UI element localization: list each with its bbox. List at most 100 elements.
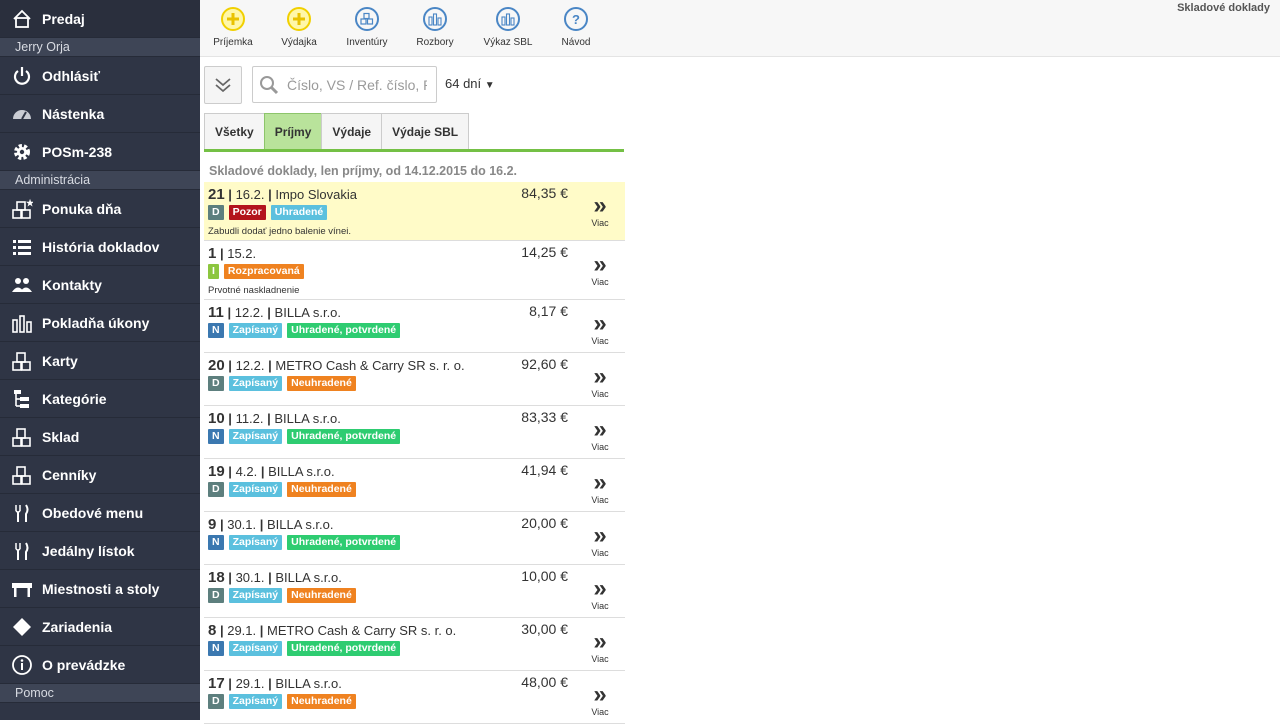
sidebar-item-historia-dokladov[interactable]: História dokladov (0, 228, 200, 266)
tab-underline (204, 149, 624, 152)
document-amount: 92,60 € (521, 356, 568, 372)
tab-prijmy[interactable]: Príjmy (263, 113, 323, 150)
document-row[interactable]: 11 | 12.2. | BILLA s.r.o. 8,17 € N Zapísaný… (204, 300, 625, 353)
status-badge: D (208, 205, 224, 220)
sidebar-item-predaj[interactable]: Predaj (0, 0, 200, 38)
table-icon (11, 578, 33, 600)
status-badge: Zapísaný (228, 694, 283, 709)
more-label: Viac (591, 218, 609, 228)
more-button[interactable]: » Viac (589, 471, 611, 506)
search-field[interactable] (252, 66, 437, 103)
more-button[interactable]: » Viac (589, 681, 611, 718)
separator: | (256, 623, 268, 638)
more-button[interactable]: » Viac (589, 524, 611, 559)
tab-vydaje[interactable]: Výdaje (321, 113, 383, 150)
document-row[interactable]: 19 | 4.2. | BILLA s.r.o. 41,94 € D Zapísaný… (204, 459, 625, 512)
sidebar-item-label: Ponuka dňa (42, 200, 122, 217)
status-badge: Zapísaný (228, 641, 283, 656)
sidebar-item-o-prevadzke[interactable]: O prevádzke (0, 646, 200, 684)
document-row[interactable]: 18 | 30.1. | BILLA s.r.o. 10,00 € D Zapísan… (204, 565, 625, 618)
more-button[interactable]: » Viac (589, 630, 611, 665)
document-amount: 41,94 € (521, 462, 568, 478)
sidebar-item-jedalny-listok[interactable]: Jedálny lístok (0, 532, 200, 570)
status-badge: Zapísaný (228, 429, 283, 444)
sidebar-item-label: Kontakty (42, 276, 102, 293)
days-select[interactable]: 64 dní ▼ (445, 76, 495, 91)
toolbar-button-label: Rozbory (416, 37, 454, 48)
double-chevron-right-icon: » (593, 681, 607, 708)
sidebar-item-ponuka-dna[interactable]: ★ Ponuka dňa (0, 190, 200, 228)
document-partner: BILLA s.r.o. (274, 411, 341, 426)
toolbar-button-rozbory[interactable]: Rozbory (402, 7, 468, 48)
separator: | (224, 358, 236, 373)
separator: | (263, 305, 275, 320)
more-button[interactable]: » Viac (589, 577, 611, 612)
document-row[interactable]: 9 | 30.1. | BILLA s.r.o. 20,00 € N Zapísaný… (204, 512, 625, 565)
collapse-filters-button[interactable] (204, 66, 242, 104)
document-row[interactable]: 17 | 29.1. | BILLA s.r.o. 48,00 € D Zapísan… (204, 671, 625, 724)
sidebar-item-label: Predaj (42, 10, 85, 27)
document-row[interactable]: 20 | 12.2. | METRO Cash & Carry SR s. r.… (204, 353, 625, 406)
more-button[interactable]: » Viac (589, 192, 611, 229)
status-badges: N Zapísaný Uhradené, potvrdené (208, 535, 401, 550)
cutlery-icon (11, 540, 33, 562)
double-chevron-right-icon: » (593, 192, 607, 219)
status-badge: Uhradené, potvrdené (287, 641, 401, 656)
blocks-icon (355, 7, 379, 31)
document-row[interactable]: 10 | 11.2. | BILLA s.r.o. 83,33 € N Zapísan… (204, 406, 625, 459)
more-button[interactable]: » Viac (589, 418, 611, 453)
toolbar-button-label: Inventúry (346, 37, 388, 48)
sidebar-item-kategorie[interactable]: Kategórie (0, 380, 200, 418)
more-label: Viac (591, 336, 609, 346)
status-badges: D Zapísaný Neuhradené (208, 482, 356, 497)
sidebar-item-miestnosti-a-stoly[interactable]: Miestnosti a stoly (0, 570, 200, 608)
document-heading: 8 | 29.1. | METRO Cash & Carry SR s. r. … (208, 622, 456, 639)
bars-icon (496, 7, 520, 31)
sidebar-item-odhlasit[interactable]: Odhlásiť (0, 57, 200, 95)
document-date: 4.2. (235, 464, 258, 479)
document-row[interactable]: 8 | 29.1. | METRO Cash & Carry SR s. r. … (204, 618, 625, 671)
document-partner: BILLA s.r.o. (267, 517, 334, 532)
dashboard-icon (11, 103, 33, 125)
status-badge: Neuhradené (287, 482, 356, 497)
document-list: 21 | 16.2. | Impo Slovakia 84,35 € D Pozor U… (204, 182, 625, 724)
more-button[interactable]: » Viac (589, 365, 611, 400)
separator: | (256, 517, 268, 532)
toolbar-button-vykaz-sbl[interactable]: Výkaz SBL (475, 7, 541, 48)
sidebar-item-posm-238[interactable]: POSm-238 (0, 133, 200, 171)
document-number: 17 (208, 675, 225, 692)
more-label: Viac (591, 654, 609, 664)
sidebar-item-cenniky[interactable]: Cenníky (0, 456, 200, 494)
sidebar-item-sklad[interactable]: Sklad (0, 418, 200, 456)
sidebar-item-kontakty[interactable]: Kontakty (0, 266, 200, 304)
more-button[interactable]: » Viac (589, 253, 611, 288)
document-date: 15.2. (227, 246, 257, 261)
toolbar-button-inventury[interactable]: Inventúry (334, 7, 400, 48)
document-heading: 19 | 4.2. | BILLA s.r.o. (208, 463, 335, 480)
more-button[interactable]: » Viac (589, 312, 611, 347)
sidebar-item-nastenka[interactable]: Nástenka (0, 95, 200, 133)
search-input[interactable] (285, 75, 429, 94)
sidebar-item-label: Zariadenia (42, 618, 113, 635)
more-label: Viac (591, 442, 609, 452)
status-badge: N (208, 429, 224, 444)
sidebar-item-karty[interactable]: Karty (0, 342, 200, 380)
document-row[interactable]: 1 | 15.2. 14,25 € I Rozpracovaná Prvotné nas… (204, 241, 625, 300)
toolbar-button-navod[interactable]: ? Návod (543, 7, 609, 48)
blocks-icon (11, 464, 33, 486)
toolbar-button-prijemka[interactable]: Príjemka (200, 7, 266, 48)
plus-icon (287, 7, 311, 31)
document-date: 30.1. (227, 517, 257, 532)
days-value: 64 dní (445, 76, 482, 91)
tab-vydaje-sbl[interactable]: Výdaje SBL (381, 113, 470, 150)
separator: | (263, 411, 275, 426)
toolbar-button-vydajka[interactable]: Výdajka (266, 7, 332, 48)
document-number: 18 (208, 569, 225, 586)
sidebar-item-obedove-menu[interactable]: Obedové menu (0, 494, 200, 532)
document-row[interactable]: 21 | 16.2. | Impo Slovakia 84,35 € D Pozor U… (204, 182, 625, 241)
sidebar-item-pokladna-ukony[interactable]: Pokladňa úkony (0, 304, 200, 342)
tab-vsetky[interactable]: Všetky (204, 113, 265, 150)
list-icon (11, 236, 33, 258)
sidebar-item-zariadenia[interactable]: Zariadenia (0, 608, 200, 646)
document-number: 11 (208, 304, 224, 321)
